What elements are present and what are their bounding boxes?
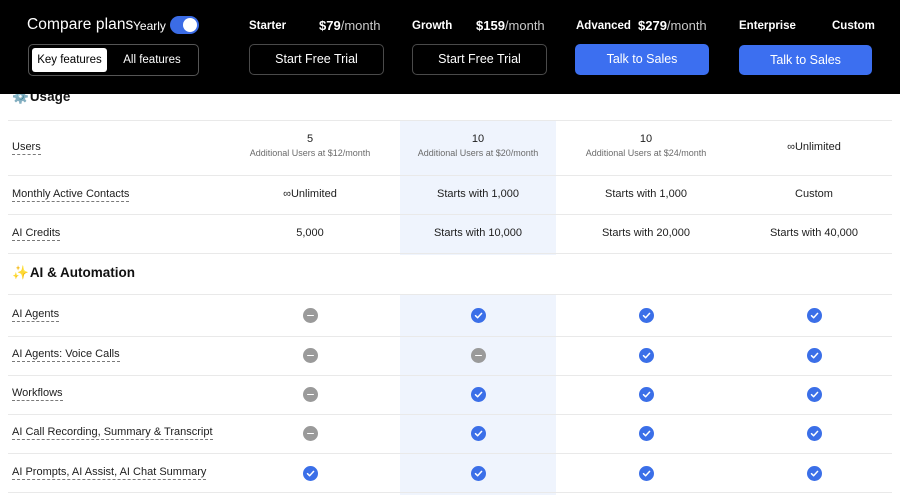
check-icon xyxy=(302,465,318,481)
feature-label[interactable]: Workflows xyxy=(12,387,63,401)
row-divider xyxy=(8,120,892,121)
row-divider xyxy=(8,414,892,415)
page-title: Compare plans xyxy=(27,16,134,33)
plan-name-growth: Growth xyxy=(412,20,453,32)
billing-period-label: Yearly xyxy=(133,19,166,33)
row-divider xyxy=(8,336,892,337)
value-text: Starts with 20,000 xyxy=(601,226,691,239)
value-text: ∞Unlimited xyxy=(787,140,841,153)
plan-value-cell: 5,000 xyxy=(230,227,390,239)
value-text: Starts with 10,000 xyxy=(433,226,523,239)
plan-price-growth: $159/month xyxy=(476,18,545,33)
check-icon xyxy=(638,347,654,363)
toggle-knob xyxy=(183,18,197,32)
value-text: 10 xyxy=(639,133,653,145)
check-icon xyxy=(470,307,486,323)
feature-view-switch: Key features All features xyxy=(28,44,199,76)
value-text: Starts with 1,000 xyxy=(437,187,519,200)
check-icon xyxy=(806,386,822,402)
plan-value-cell: Custom xyxy=(734,188,894,200)
plans-header: Compare plans Yearly Key features All fe… xyxy=(0,0,900,94)
plan-value-cell: 10 Additional Users at $20/month xyxy=(398,133,558,158)
additional-users-note: Additional Users at $12/month xyxy=(249,148,371,158)
plan-price-enterprise: Custom xyxy=(832,20,875,32)
plan-value-cell: ∞Unlimited xyxy=(734,141,894,153)
additional-users-note: Additional Users at $20/month xyxy=(417,148,539,158)
plan-name-advanced: Advanced xyxy=(576,20,631,32)
start-free-trial-button-starter[interactable]: Start Free Trial xyxy=(249,44,384,75)
billing-toggle[interactable] xyxy=(170,16,199,34)
row-divider xyxy=(8,453,892,454)
row-divider xyxy=(8,375,892,376)
plan-name-enterprise: Enterprise xyxy=(739,20,796,32)
plan-value-cell: 10 Additional Users at $24/month xyxy=(566,133,726,158)
check-icon xyxy=(470,425,486,441)
minus-icon xyxy=(302,307,318,323)
plan-value-cell: Starts with 20,000 xyxy=(566,227,726,239)
row-divider xyxy=(8,214,892,215)
check-icon xyxy=(638,386,654,402)
additional-users-note: Additional Users at $24/month xyxy=(585,148,707,158)
value-text: Starts with 40,000 xyxy=(769,226,859,239)
talk-to-sales-button-advanced[interactable]: Talk to Sales xyxy=(575,44,709,75)
minus-icon xyxy=(470,347,486,363)
talk-to-sales-button-enterprise[interactable]: Talk to Sales xyxy=(739,45,872,75)
value-text: Starts with 1,000 xyxy=(605,187,687,200)
row-divider xyxy=(8,294,892,295)
feature-label[interactable]: AI Credits xyxy=(12,227,61,241)
row-divider xyxy=(8,175,892,176)
check-icon xyxy=(806,347,822,363)
tab-all-features[interactable]: All features xyxy=(113,48,191,72)
check-icon xyxy=(806,307,822,323)
check-icon xyxy=(638,307,654,323)
plan-value-cell: Starts with 10,000 xyxy=(398,227,558,239)
value-text: ∞Unlimited xyxy=(283,187,337,200)
feature-label[interactable]: AI Agents xyxy=(12,308,60,322)
feature-label[interactable]: Users xyxy=(12,141,41,155)
check-icon xyxy=(470,386,486,402)
plan-price-advanced: $279/month xyxy=(638,18,707,33)
feature-label[interactable]: AI Call Recording, Summary & Transcript xyxy=(12,426,213,440)
plan-value-cell: 5 Additional Users at $12/month xyxy=(230,133,390,158)
plan-value-cell: Starts with 40,000 xyxy=(734,227,894,239)
feature-label[interactable]: Monthly Active Contacts xyxy=(12,188,130,202)
start-free-trial-button-growth[interactable]: Start Free Trial xyxy=(412,44,547,75)
plan-value-cell: ∞Unlimited xyxy=(230,188,390,200)
feature-label[interactable]: AI Prompts, AI Assist, AI Chat Summary xyxy=(12,466,207,480)
check-icon xyxy=(806,425,822,441)
plan-price-starter: $79/month xyxy=(319,18,381,33)
section-title-ai-automation: ✨AI & Automation xyxy=(12,265,136,280)
sparkles-icon: ✨ xyxy=(12,265,29,280)
row-divider xyxy=(8,492,892,493)
plan-name-starter: Starter xyxy=(249,20,287,32)
plan-value-cell: Starts with 1,000 xyxy=(398,188,558,200)
check-icon xyxy=(806,465,822,481)
plan-value-cell: Starts with 1,000 xyxy=(566,188,726,200)
value-text: 5 xyxy=(306,133,314,145)
value-text: 10 xyxy=(471,133,485,145)
check-icon xyxy=(470,465,486,481)
tab-key-features[interactable]: Key features xyxy=(32,48,107,72)
value-text: 5,000 xyxy=(296,226,324,239)
minus-icon xyxy=(302,386,318,402)
value-text: Custom xyxy=(795,187,833,200)
row-divider xyxy=(8,253,892,254)
check-icon xyxy=(638,465,654,481)
minus-icon xyxy=(302,425,318,441)
check-icon xyxy=(638,425,654,441)
minus-icon xyxy=(302,347,318,363)
feature-label[interactable]: AI Agents: Voice Calls xyxy=(12,348,120,362)
